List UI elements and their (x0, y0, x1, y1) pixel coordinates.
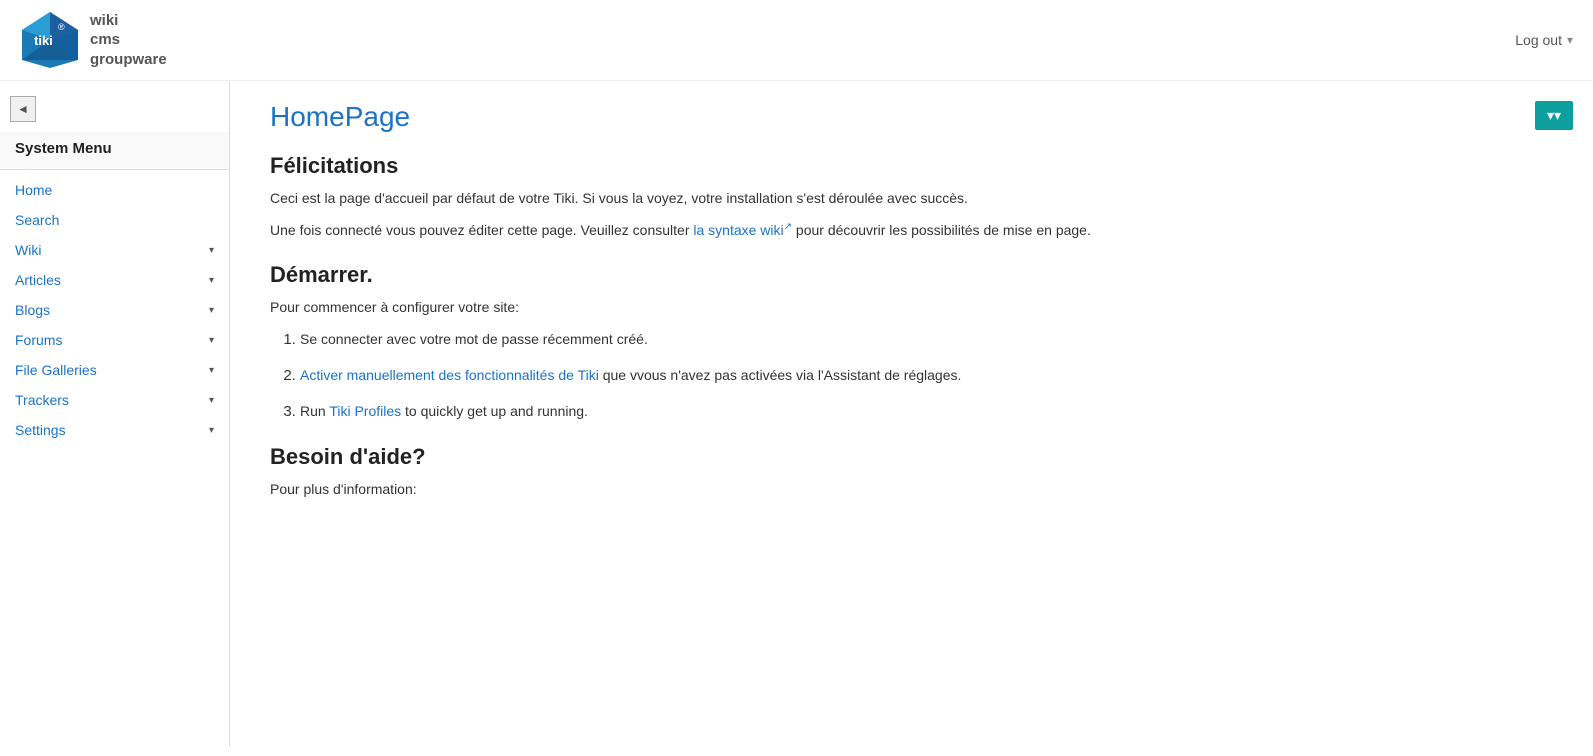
sidebar-item-trackers[interactable]: Trackers ▾ (0, 385, 229, 415)
logo-cms: cms (90, 30, 167, 50)
sidebar-item-file-galleries-label: File Galleries (15, 362, 97, 378)
articles-chevron-icon: ▾ (209, 275, 214, 286)
sidebar-item-articles[interactable]: Articles ▾ (0, 265, 229, 295)
list-item: Se connecter avec votre mot de passe réc… (300, 328, 1553, 352)
logout-button[interactable]: Log out ▾ (1515, 32, 1573, 48)
external-link-icon: ↗ (784, 222, 792, 233)
sidebar-menu-title: System Menu (0, 132, 229, 170)
logo-text: wiki cms groupware (90, 11, 167, 70)
wiki-syntax-link[interactable]: la syntaxe wiki↗ (693, 222, 792, 238)
wiki-syntax-link-text: la syntaxe wiki (693, 222, 783, 238)
svg-text:tiki: tiki (34, 33, 53, 48)
trackers-chevron-icon: ▾ (209, 395, 214, 406)
list-item: Activer manuellement des fonctionnalités… (300, 364, 1553, 388)
section2-intro: Pour commencer à configurer votre site: (270, 296, 1553, 318)
sidebar-item-home-label: Home (15, 182, 52, 198)
tiki-logo-icon: tiki ® (20, 10, 80, 70)
page-title: HomePage (270, 101, 1553, 133)
collapse-icon: ◄ (17, 102, 29, 116)
sidebar-item-settings-label: Settings (15, 422, 66, 438)
sidebar-item-forums[interactable]: Forums ▾ (0, 325, 229, 355)
step2-text: Activer manuellement des fonctionnalités… (300, 367, 961, 383)
para2-after: pour découvrir les possibilités de mise … (792, 222, 1091, 238)
sidebar: ◄ System Menu Home Search Wiki ▾ Article… (0, 81, 230, 747)
para2-before: Une fois connecté vous pouvez éditer cet… (270, 222, 693, 238)
sidebar-item-file-galleries[interactable]: File Galleries ▾ (0, 355, 229, 385)
main-layout: ◄ System Menu Home Search Wiki ▾ Article… (0, 81, 1593, 747)
para1: Ceci est la page d'accueil par défaut de… (270, 187, 1553, 209)
section3-intro: Pour plus d'information: (270, 478, 1553, 500)
sidebar-item-trackers-label: Trackers (15, 392, 69, 408)
toc-button[interactable]: ▾▾ (1535, 101, 1573, 130)
logo-groupware: groupware (90, 50, 167, 70)
list-item: Run Tiki Profiles to quickly get up and … (300, 400, 1553, 424)
sidebar-item-wiki[interactable]: Wiki ▾ (0, 235, 229, 265)
sidebar-item-search[interactable]: Search (0, 205, 229, 235)
sidebar-item-blogs[interactable]: Blogs ▾ (0, 295, 229, 325)
blogs-chevron-icon: ▾ (209, 305, 214, 316)
sidebar-item-forums-label: Forums (15, 332, 62, 348)
section1-heading: Félicitations (270, 153, 1553, 179)
activate-features-link[interactable]: Activer manuellement des fonctionnalités… (300, 367, 599, 383)
main-content: ▾▾ HomePage Félicitations Ceci est la pa… (230, 81, 1593, 747)
logo-area: tiki ® wiki cms groupware (20, 10, 167, 70)
file-galleries-chevron-icon: ▾ (209, 365, 214, 376)
sidebar-collapse-button[interactable]: ◄ (10, 96, 36, 122)
header: tiki ® wiki cms groupware Log out ▾ (0, 0, 1593, 81)
para2: Une fois connecté vous pouvez éditer cet… (270, 219, 1553, 241)
wiki-chevron-icon: ▾ (209, 245, 214, 256)
sidebar-item-home[interactable]: Home (0, 175, 229, 205)
sidebar-item-wiki-label: Wiki (15, 242, 41, 258)
svg-text:®: ® (58, 22, 65, 32)
sidebar-item-articles-label: Articles (15, 272, 61, 288)
logout-label: Log out (1515, 32, 1562, 48)
section3-heading: Besoin d'aide? (270, 444, 1553, 470)
forums-chevron-icon: ▾ (209, 335, 214, 346)
step3-text: Run Tiki Profiles to quickly get up and … (300, 403, 588, 419)
step1-text: Se connecter avec votre mot de passe réc… (300, 331, 648, 347)
sidebar-item-settings[interactable]: Settings ▾ (0, 415, 229, 445)
sidebar-item-blogs-label: Blogs (15, 302, 50, 318)
logout-arrow-icon: ▾ (1567, 33, 1573, 47)
steps-list: Se connecter avec votre mot de passe réc… (300, 328, 1553, 424)
tiki-profiles-link[interactable]: Tiki Profiles (329, 403, 401, 419)
section2-heading: Démarrer. (270, 262, 1553, 288)
logo-wiki: wiki (90, 11, 167, 31)
settings-chevron-icon: ▾ (209, 425, 214, 436)
toc-button-label: ▾▾ (1547, 107, 1561, 124)
sidebar-item-search-label: Search (15, 212, 59, 228)
